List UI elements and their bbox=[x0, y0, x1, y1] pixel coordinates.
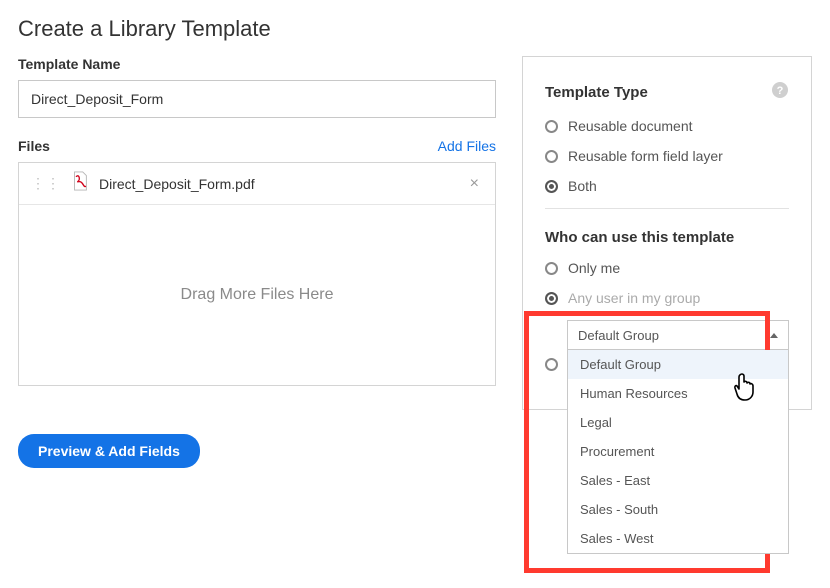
group-select[interactable]: Default Group Default Group Human Resour… bbox=[567, 320, 789, 350]
group-option-sales-south[interactable]: Sales - South bbox=[568, 495, 788, 524]
page-title: Create a Library Template bbox=[18, 16, 812, 42]
radio-icon bbox=[545, 292, 558, 305]
group-option-procurement[interactable]: Procurement bbox=[568, 437, 788, 466]
radio-label: Any user in my group bbox=[568, 290, 700, 306]
files-label: Files bbox=[18, 138, 50, 154]
files-dropzone[interactable]: Drag More Files Here bbox=[19, 205, 495, 385]
template-type-header: Template Type ? bbox=[545, 81, 789, 104]
caret-up-icon bbox=[770, 333, 778, 338]
template-name-label: Template Name bbox=[18, 56, 496, 72]
files-header: Files Add Files bbox=[18, 138, 496, 154]
radio-icon bbox=[545, 262, 558, 275]
file-row[interactable]: ⋮⋮ Direct_Deposit_Form.pdf × bbox=[19, 163, 495, 205]
group-option-sales-west[interactable]: Sales - West bbox=[568, 524, 788, 553]
cursor-hand-icon bbox=[732, 372, 758, 407]
radio-both[interactable]: Both bbox=[545, 178, 789, 194]
radio-reusable-form-field-layer[interactable]: Reusable form field layer bbox=[545, 148, 789, 164]
radio-label: Only me bbox=[568, 260, 620, 276]
group-option-legal[interactable]: Legal bbox=[568, 408, 788, 437]
radio-label: Both bbox=[568, 178, 597, 194]
radio-icon bbox=[545, 358, 558, 371]
group-select-display[interactable]: Default Group bbox=[567, 320, 789, 350]
radio-icon bbox=[545, 120, 558, 133]
radio-only-me[interactable]: Only me bbox=[545, 260, 789, 276]
right-panel: Template Type ? Reusable document Reusab… bbox=[522, 56, 812, 410]
group-selected-value: Default Group bbox=[578, 328, 659, 343]
preview-add-fields-button[interactable]: Preview & Add Fields bbox=[18, 434, 200, 468]
radio-any-user-group[interactable]: Any user in my group bbox=[545, 290, 789, 306]
who-can-use-title: Who can use this template bbox=[545, 229, 789, 246]
template-type-title: Template Type bbox=[545, 84, 648, 101]
template-name-input[interactable] bbox=[18, 80, 496, 118]
file-name: Direct_Deposit_Form.pdf bbox=[99, 176, 466, 192]
radio-icon bbox=[545, 150, 558, 163]
radio-reusable-document[interactable]: Reusable document bbox=[545, 118, 789, 134]
left-column: Template Name Files Add Files ⋮⋮ Direct_… bbox=[18, 56, 496, 468]
drag-handle-icon[interactable]: ⋮⋮ bbox=[31, 182, 61, 185]
main-layout: Template Name Files Add Files ⋮⋮ Direct_… bbox=[18, 56, 812, 468]
add-files-link[interactable]: Add Files bbox=[438, 138, 496, 154]
divider bbox=[545, 208, 789, 209]
group-option-sales-east[interactable]: Sales - East bbox=[568, 466, 788, 495]
radio-label: Reusable form field layer bbox=[568, 148, 723, 164]
remove-file-icon[interactable]: × bbox=[466, 171, 483, 197]
radio-label: Reusable document bbox=[568, 118, 693, 134]
help-icon[interactable]: ? bbox=[771, 81, 789, 104]
svg-text:?: ? bbox=[777, 85, 784, 97]
pdf-icon bbox=[71, 171, 89, 196]
files-box: ⋮⋮ Direct_Deposit_Form.pdf × Drag More F… bbox=[18, 162, 496, 386]
radio-icon bbox=[545, 180, 558, 193]
